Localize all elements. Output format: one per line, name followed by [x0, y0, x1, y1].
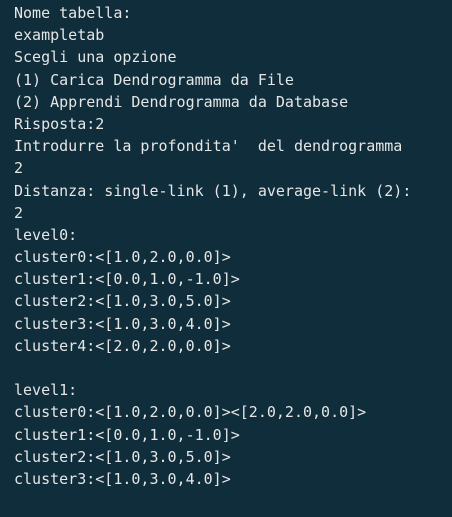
- input-table-name: exampletab: [14, 26, 105, 45]
- prompt-table-name: Nome tabella:: [14, 4, 132, 22]
- option-load-from-file: (1) Carica Dendrogramma da File: [14, 70, 294, 89]
- input-distance: 2: [14, 203, 24, 222]
- cluster-line: cluster0:<[1.0,2.0,0.0]>: [14, 248, 231, 267]
- prompt-choose-option: Scegli una opzione: [14, 48, 177, 67]
- answer-line: Risposta:2: [14, 114, 105, 133]
- prompt-distance: Distanza: single-link (1), average-link …: [14, 181, 412, 200]
- level-header: level1:: [14, 381, 78, 400]
- cluster-line: cluster2:<[1.0,3.0,5.0]>: [14, 292, 231, 311]
- cluster-line: cluster3:<[1.0,3.0,4.0]>: [14, 469, 231, 488]
- cluster-line: cluster3:<[1.0,3.0,4.0]>: [14, 314, 231, 333]
- level-header: level0:: [14, 225, 78, 244]
- prompt-depth: Introdurre la profondita' del dendrogram…: [14, 137, 403, 156]
- cluster-line: cluster0:<[1.0,2.0,0.0]><[2.0,2.0,0.0]>: [14, 403, 367, 422]
- input-depth: 2: [14, 159, 24, 178]
- cluster-line: cluster1:<[0.0,1.0,-1.0]>: [14, 270, 240, 289]
- cluster-line: cluster4:<[2.0,2.0,0.0]>: [14, 336, 231, 355]
- cluster-line: cluster1:<[0.0,1.0,-1.0]>: [14, 425, 240, 444]
- console-output: Nome tabella: exampletab Scegli una opzi…: [0, 0, 452, 517]
- cluster-line: cluster2:<[1.0,3.0,5.0]>: [14, 447, 231, 466]
- option-learn-from-database: (2) Apprendi Dendrogramma da Database: [14, 92, 349, 111]
